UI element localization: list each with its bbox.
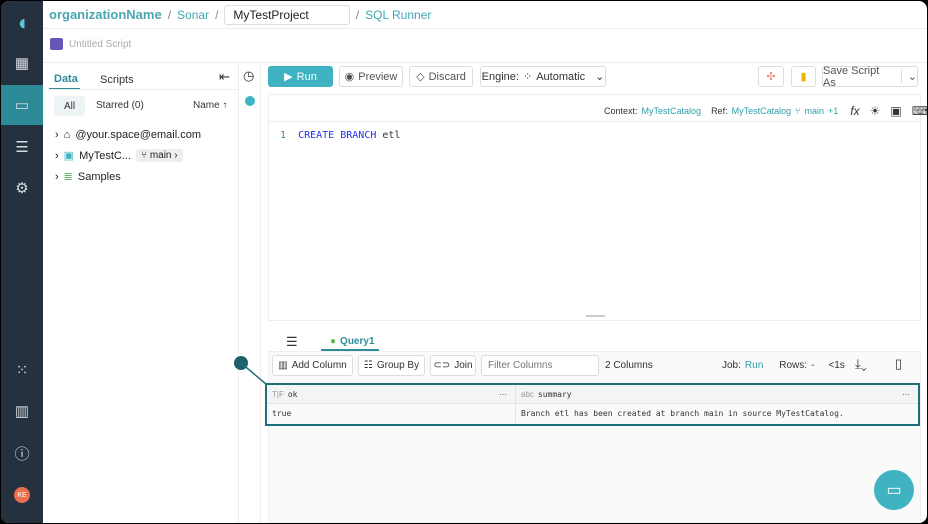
left-nav: ◖ ▦ ▭ ☰ ⚙ ⁙ ▥ ⓘ KE <box>1 1 43 523</box>
join-icon: ⊂⊃ <box>433 360 451 371</box>
sql-editor[interactable] <box>268 94 921 321</box>
sql-runner-icon[interactable]: ▭ <box>1 85 43 125</box>
play-icon: ▶ <box>284 71 293 83</box>
logo-icon[interactable]: ◖ <box>1 3 43 43</box>
tab-scripts[interactable]: Scripts <box>100 74 134 86</box>
branch-selector[interactable]: ⑂ main › <box>136 149 183 162</box>
engine-select[interactable]: Engine: ⁘ Automatic ⌄ <box>480 66 606 87</box>
breadcrumb-sql-runner[interactable]: SQL Runner <box>365 8 431 22</box>
code-line-1: 1 CREATE BRANCH etl <box>280 130 401 141</box>
job-status: Job: Run Rows: - <1s <box>722 360 845 371</box>
save-script-as-button[interactable]: Save Script As ⌄ <box>822 65 918 89</box>
callout-pointer <box>234 356 267 385</box>
filter-all[interactable]: All <box>54 96 85 116</box>
settings-gear-icon[interactable]: ⚙ <box>1 168 43 208</box>
jobs-list-icon[interactable]: ☰ <box>1 127 43 167</box>
tab-query1[interactable]: ● Query1 <box>330 336 375 347</box>
table-row: true Branch etl has been created at branc… <box>267 404 918 423</box>
collapse-panel-icon[interactable]: ⇤ <box>219 69 230 85</box>
columns-count: 2 Columns <box>605 360 653 371</box>
context-bar: Context: MyTestCatalog Ref: MyTestCatalog … <box>604 104 927 118</box>
filter-columns-input[interactable] <box>481 355 599 376</box>
database-icon: ≣ <box>63 171 73 183</box>
tab-data[interactable]: Data <box>54 73 78 85</box>
group-by-button[interactable]: ☷ Group By <box>358 355 425 376</box>
column-menu-icon[interactable]: ··· <box>499 390 507 399</box>
help-icon[interactable]: ⓘ <box>1 433 43 473</box>
jobs-list-icon[interactable]: ☰ <box>286 334 298 350</box>
download-icon[interactable]: ⤓⌄ <box>855 356 867 372</box>
app-window: ◖ ▦ ▭ ☰ ⚙ ⁙ ▥ ⓘ KE organizationName / Son… <box>1 1 927 523</box>
home-icon: ⌂ <box>63 129 71 141</box>
tree-item-samples[interactable]: › ≣ Samples <box>55 170 121 184</box>
apps-grid-icon[interactable]: ⁙ <box>1 350 43 390</box>
tableau-icon[interactable]: ✣ <box>758 66 784 87</box>
sort-by-name[interactable]: Name ↑ <box>193 100 227 111</box>
join-button[interactable]: ⊂⊃ Join <box>430 355 476 376</box>
success-check-icon: ● <box>330 336 337 347</box>
column-header-ok[interactable]: T|F ok ··· <box>267 385 516 403</box>
tree-item-catalog[interactable]: › ▣ MyTestC... ⑂ main › <box>55 149 183 162</box>
discard-button[interactable]: ◇ Discard <box>409 66 473 87</box>
resize-handle[interactable] <box>586 315 605 317</box>
branch-icon: ⑂ <box>795 106 801 116</box>
context-value[interactable]: MyTestCatalog <box>642 106 702 116</box>
breadcrumb: organizationName / Sonar / MyTestProject / … <box>43 1 927 29</box>
add-column-button[interactable]: ▥ Add Column <box>272 355 353 376</box>
chat-support-button[interactable]: ▭ <box>874 470 914 510</box>
add-column-icon: ▥ <box>278 360 288 371</box>
engine-icon: ⁘ <box>522 71 533 83</box>
grid-icon[interactable]: ▦ <box>1 43 43 83</box>
group-by-icon: ☷ <box>363 360 373 371</box>
filter-starred[interactable]: Starred (0) <box>96 100 144 111</box>
eraser-icon: ◇ <box>416 71 425 83</box>
ref-value[interactable]: MyTestCatalog <box>732 106 792 116</box>
powerbi-icon[interactable]: ▮ <box>791 66 816 87</box>
copy-icon[interactable]: ▯ <box>895 356 902 372</box>
organization-icon[interactable]: ▥ <box>1 391 43 431</box>
keyboard-icon[interactable]: ⌨ <box>912 104 927 118</box>
chat-icon: ▭ <box>886 482 902 499</box>
eye-icon: ◉ <box>344 71 355 83</box>
script-icon <box>50 38 63 50</box>
avatar[interactable]: KE <box>1 475 43 515</box>
history-clock-icon[interactable]: ◷ <box>243 68 254 84</box>
breadcrumb-sonar[interactable]: Sonar <box>177 8 209 22</box>
function-icon[interactable]: fx <box>850 104 859 118</box>
project-selector[interactable]: MyTestProject <box>224 4 350 25</box>
script-title[interactable]: Untitled Script <box>69 39 131 50</box>
column-header-summary[interactable]: abc summary ··· <box>516 385 918 403</box>
theme-icon[interactable]: ☀ <box>870 104 881 118</box>
tree-item-home[interactable]: › ⌂ @your.space@email.com <box>55 129 201 141</box>
status-dot <box>245 96 255 106</box>
breadcrumb-org[interactable]: organizationName <box>49 7 162 22</box>
terminal-icon[interactable]: ▣ <box>890 104 901 118</box>
results-table: T|F ok ··· abc summary ··· true Branch etl ha… <box>265 383 920 426</box>
preview-button[interactable]: ◉ Preview <box>339 66 403 87</box>
job-run-link[interactable]: Run <box>745 360 763 371</box>
run-button[interactable]: ▶ Run <box>268 66 333 87</box>
catalog-icon: ▣ <box>63 150 75 162</box>
column-menu-icon[interactable]: ··· <box>902 390 910 399</box>
